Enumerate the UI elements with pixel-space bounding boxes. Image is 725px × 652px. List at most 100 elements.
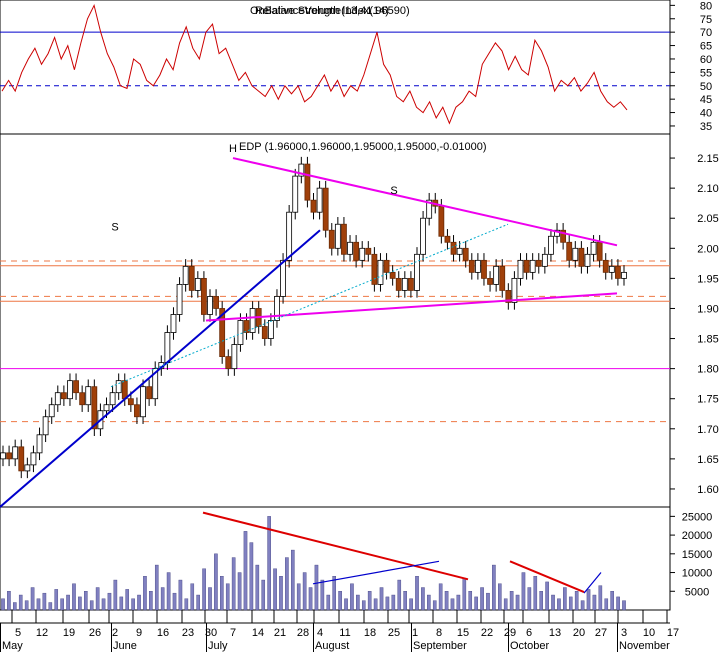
volume-bar	[285, 557, 289, 611]
volume-bar	[421, 587, 425, 611]
candle-up	[207, 296, 213, 315]
volume-bar	[208, 587, 212, 611]
candle-up	[170, 314, 177, 333]
volume-bar	[616, 596, 620, 611]
date-tick-label: 27	[595, 627, 607, 639]
price-tick-label: 1.80	[697, 364, 718, 376]
volume-bar	[356, 594, 360, 611]
volume-bar	[604, 598, 609, 611]
candle-down	[499, 265, 506, 291]
candle-down	[450, 241, 457, 255]
candle-up	[420, 217, 426, 255]
volume-bar	[427, 594, 431, 611]
volume-bar	[622, 600, 626, 611]
date-tick-label: 20	[573, 627, 585, 639]
candle-down	[389, 271, 396, 279]
volume-bar	[610, 591, 614, 611]
volume-bar	[60, 598, 64, 611]
candle-up	[548, 235, 554, 255]
price-tick-label: 1.70	[697, 424, 718, 436]
candle-up	[456, 247, 463, 255]
volume-bar	[474, 596, 478, 611]
candle-down	[408, 277, 414, 291]
volume-bar	[521, 572, 526, 611]
candle-up	[334, 223, 341, 249]
rsi-tick-label: 80	[700, 0, 712, 12]
volume-bar	[66, 594, 70, 611]
candle-down	[328, 229, 335, 249]
volume-bar	[438, 583, 443, 611]
stock-chart: 35404550556065707580 SHS1.601.651.701.75…	[0, 0, 725, 652]
candle-down	[444, 235, 451, 243]
candle-down	[523, 259, 530, 273]
candle-up	[140, 386, 146, 418]
volume-bar	[486, 592, 490, 611]
volume-bar	[214, 553, 218, 611]
candle-down	[481, 259, 487, 279]
candle-up	[286, 211, 293, 261]
volume-bar	[551, 594, 555, 611]
candle-down	[365, 247, 372, 255]
candle-up	[590, 241, 597, 255]
volume-bar	[24, 600, 29, 611]
volume-bar	[545, 581, 549, 611]
volume-bar	[149, 591, 153, 611]
volume-bar	[574, 591, 579, 611]
volume-bar	[344, 598, 348, 611]
volume-bar	[409, 598, 413, 611]
date-tick-label: 7	[230, 627, 236, 639]
volume-bar	[143, 576, 147, 611]
volume-bar	[450, 598, 455, 611]
volume-bar	[462, 577, 467, 611]
volume-bar	[314, 564, 319, 611]
volume-bar	[113, 579, 118, 611]
price-tick-label: 1.60	[697, 484, 718, 496]
candle-down	[596, 241, 603, 261]
candle-down	[383, 259, 390, 273]
chart-background	[0, 0, 725, 652]
date-tick-label: 28	[297, 627, 309, 639]
date-tick-label: 25	[388, 627, 400, 639]
volume-bar	[415, 576, 419, 611]
volume-bar	[509, 591, 514, 611]
candle-up	[12, 446, 19, 460]
volume-bar	[279, 576, 283, 611]
candle-up	[54, 392, 61, 406]
candle-up	[182, 265, 189, 285]
candle-up	[584, 253, 591, 267]
candle-down	[353, 241, 360, 261]
volume-bar	[255, 564, 260, 611]
volume-bar	[326, 594, 331, 611]
volume-bar	[89, 600, 94, 611]
candle-up	[529, 259, 536, 273]
volume-bar	[172, 592, 177, 611]
pattern-annotation: H	[229, 143, 237, 155]
volume-bar	[586, 589, 591, 611]
volume-bar	[302, 572, 307, 611]
date-tick-label: 10	[643, 627, 655, 639]
volume-bar	[379, 587, 384, 611]
candle-down	[261, 326, 268, 339]
price-tick-label: 1.90	[697, 303, 718, 315]
volume-bar	[468, 591, 473, 611]
rsi-tick-label: 40	[700, 108, 712, 120]
volume-tick-label: 15000	[682, 549, 713, 561]
volume-bar	[184, 598, 189, 611]
date-tick-label: 3	[621, 627, 627, 639]
month-label: June	[113, 640, 137, 652]
rsi-tick-label: 55	[700, 67, 712, 79]
date-tick-label: 1	[412, 627, 418, 639]
candle-down	[566, 241, 573, 261]
candle-down	[146, 386, 153, 400]
volume-bar	[338, 591, 342, 611]
candle-up	[42, 416, 49, 436]
volume-bar	[243, 531, 248, 611]
candle-down	[188, 265, 195, 291]
date-tick-label: 23	[182, 627, 194, 639]
price-tick-label: 2.05	[697, 213, 718, 225]
volume-tick-label: 10000	[682, 568, 713, 580]
date-tick-label: 29	[504, 627, 516, 639]
rsi-tick-label: 60	[700, 54, 712, 66]
volume-bar	[107, 592, 112, 611]
volume-bar	[78, 596, 82, 611]
